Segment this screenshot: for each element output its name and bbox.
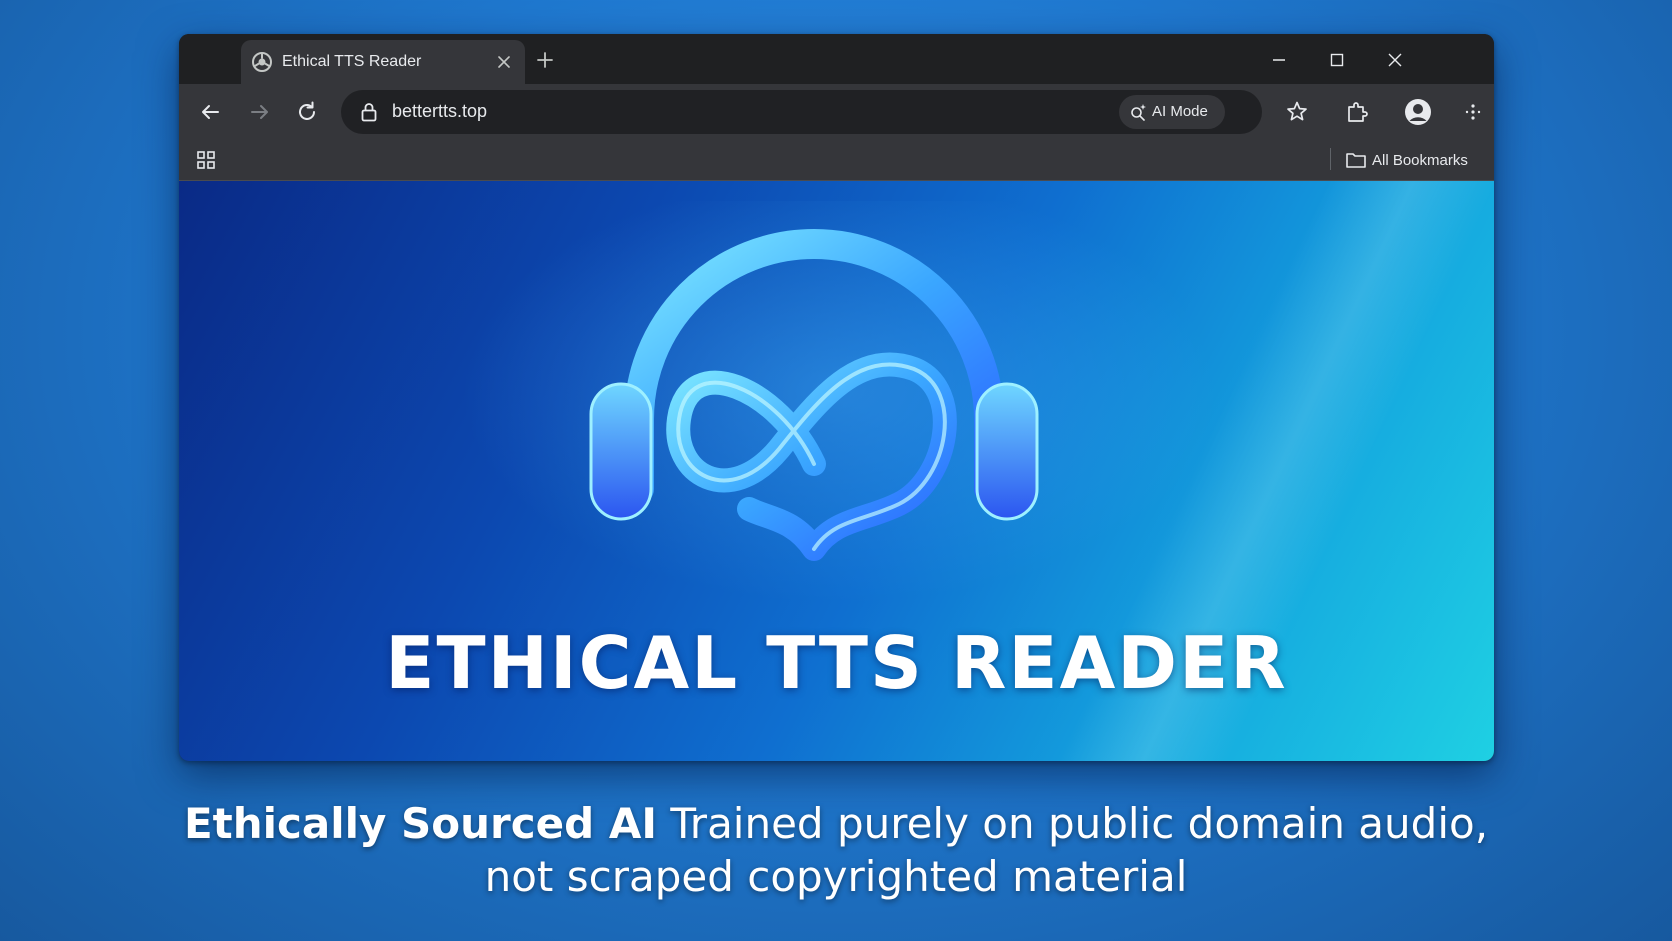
page-content: ETHICAL TTS READER [179,181,1494,761]
caption-line-1: Ethically Sourced AI Trained purely on p… [0,797,1672,850]
forward-icon[interactable] [245,97,275,127]
menu-icon[interactable] [1458,97,1488,127]
bookmarks-divider [1330,148,1331,170]
lock-icon[interactable] [359,101,379,123]
ai-mode-button[interactable]: AI Mode [1119,95,1225,129]
minimize-icon[interactable] [1261,45,1297,75]
profile-icon[interactable] [1402,96,1434,128]
address-bar[interactable]: bettertts.top AI Mode [341,90,1262,134]
close-window-icon[interactable] [1377,45,1413,75]
caption-text: Trained purely on public domain audio, [670,799,1489,848]
headphones-infinity-logo [589,229,1039,561]
bookmarks-bar: All Bookmarks [179,140,1494,181]
tab-strip: Ethical TTS Reader [179,34,1494,84]
ai-search-icon [1131,104,1146,121]
url-text[interactable]: bettertts.top [392,101,487,122]
tab-title: Ethical TTS Reader [282,53,422,70]
browser-window: Ethical TTS Reader bettertts.top AI Mode… [179,34,1494,761]
apps-icon[interactable] [196,150,216,170]
reload-icon[interactable] [292,97,322,127]
caption-line-2: not scraped copyrighted material [484,852,1188,901]
star-icon[interactable] [1282,97,1312,127]
extensions-icon[interactable] [1342,97,1372,127]
chrome-favicon-icon [252,52,272,72]
tab-ethical-tts-reader[interactable]: Ethical TTS Reader [241,40,525,84]
close-tab-icon[interactable] [495,53,513,71]
folder-icon [1346,153,1366,168]
new-tab-icon[interactable] [535,50,555,70]
hero-title: ETHICAL TTS READER [385,621,1288,705]
caption-bold: Ethically Sourced AI [183,799,657,848]
maximize-icon[interactable] [1319,45,1355,75]
caption: Ethically Sourced AI Trained purely on p… [0,797,1672,903]
ai-mode-label: AI Mode [1152,103,1208,120]
back-icon[interactable] [195,97,225,127]
all-bookmarks-label: All Bookmarks [1372,152,1468,169]
toolbar: bettertts.top AI Mode [179,84,1494,140]
